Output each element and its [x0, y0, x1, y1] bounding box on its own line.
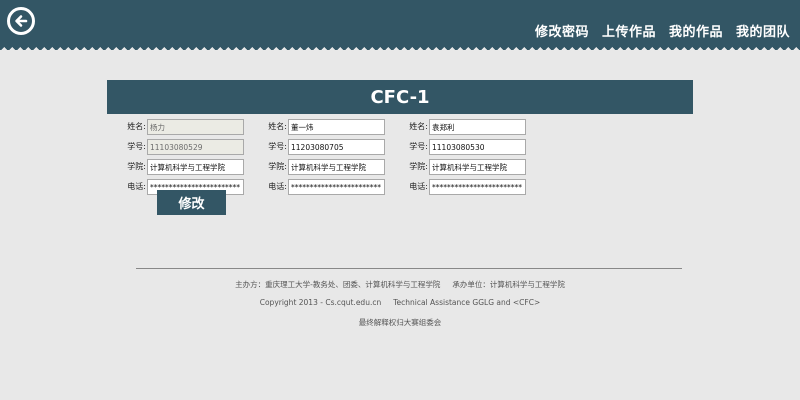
phone-label: 电话:: [409, 182, 428, 191]
name-label: 姓名:: [409, 122, 428, 131]
member-2-phone-field[interactable]: [288, 179, 385, 195]
college-label: 学院:: [268, 162, 287, 171]
header-zigzag-border: [0, 44, 800, 50]
member-3-student-id-field[interactable]: [429, 139, 526, 155]
member-2-college-field[interactable]: [288, 159, 385, 175]
member-2-student-id-field[interactable]: [288, 139, 385, 155]
member-card-3: 姓名: 学号: 学院: 电话:: [400, 119, 530, 199]
member-3-phone-field[interactable]: [429, 179, 526, 195]
nav-upload-work[interactable]: 上传作品: [602, 21, 656, 40]
nav-change-password[interactable]: 修改密码: [535, 21, 589, 40]
back-button[interactable]: [7, 7, 35, 35]
name-label: 姓名:: [268, 122, 287, 131]
name-label: 姓名:: [127, 122, 146, 131]
footer-organizers: 主办方：重庆理工大学-教务处、团委、计算机科学与工程学院 承办单位：计算机科学与工…: [0, 279, 800, 290]
footer-tech: Technical Assistance GGLG and <CFC>: [393, 298, 541, 307]
member-card-2: 姓名: 学号: 学院: 电话:: [259, 119, 389, 199]
member-1-name-field[interactable]: [147, 119, 244, 135]
college-label: 学院:: [409, 162, 428, 171]
member-3-name-field[interactable]: [429, 119, 526, 135]
phone-label: 电话:: [268, 182, 287, 191]
arrow-left-circle-icon: [15, 15, 28, 27]
college-label: 学院:: [127, 162, 146, 171]
member-2-name-field[interactable]: [288, 119, 385, 135]
footer-copyright-line: Copyright 2013 - Cs.cqut.edu.cn Technical…: [0, 298, 800, 307]
team-title: CFC-1: [107, 80, 693, 114]
student-id-label: 学号:: [268, 142, 287, 151]
footer-undertaker: 承办单位：计算机科学与工程学院: [452, 280, 565, 289]
top-nav: 修改密码 上传作品 我的作品 我的团队: [535, 21, 790, 40]
footer-copyright: Copyright 2013 - Cs.cqut.edu.cn: [259, 298, 382, 307]
top-bar: 修改密码 上传作品 我的作品 我的团队: [0, 0, 800, 44]
student-id-label: 学号:: [409, 142, 428, 151]
footer-rights: 最终解释权归大赛组委会: [358, 318, 442, 327]
footer-organizer: 主办方：重庆理工大学-教务处、团委、计算机科学与工程学院: [235, 280, 441, 289]
member-1-student-id-field[interactable]: [147, 139, 244, 155]
phone-label: 电话:: [127, 182, 146, 191]
footer-divider: [136, 268, 682, 269]
member-1-college-field[interactable]: [147, 159, 244, 175]
edit-button[interactable]: 修改: [157, 190, 226, 215]
nav-my-works[interactable]: 我的作品: [669, 21, 723, 40]
member-3-college-field[interactable]: [429, 159, 526, 175]
member-card-1: 姓名: 学号: 学院: 电话:: [118, 119, 248, 199]
student-id-label: 学号:: [127, 142, 146, 151]
nav-my-team[interactable]: 我的团队: [736, 21, 790, 40]
